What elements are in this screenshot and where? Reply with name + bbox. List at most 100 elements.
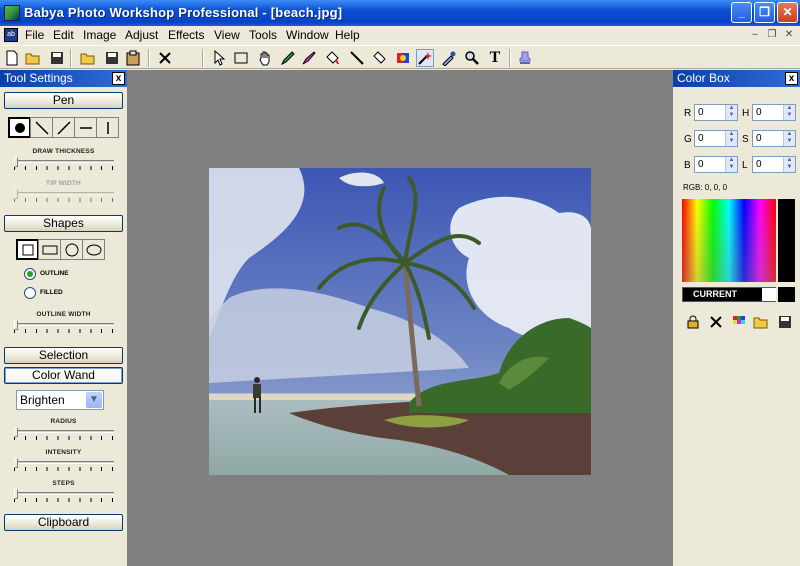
b-field[interactable]: 0 ▲ ▼: [694, 156, 738, 173]
square-shape-icon[interactable]: [16, 239, 39, 260]
r-value: 0: [698, 107, 704, 118]
effect-dropdown-value: Brighten: [20, 393, 65, 407]
draw-thickness-slider[interactable]: [14, 157, 114, 170]
title-bar[interactable]: Babya Photo Workshop Professional - [bea…: [0, 0, 800, 26]
open-folder-icon[interactable]: [24, 49, 42, 67]
selection-section-button[interactable]: Selection: [4, 347, 123, 364]
app-icon[interactable]: [4, 5, 20, 21]
color-box-title: Color Box: [673, 70, 800, 87]
doc-minimize-button[interactable]: –: [748, 29, 762, 42]
pen-slash-icon[interactable]: [52, 117, 75, 138]
palette-icon[interactable]: [731, 314, 747, 330]
document-icon[interactable]: ab: [4, 28, 18, 42]
current-color-swatch[interactable]: [778, 287, 795, 302]
eyedropper-icon[interactable]: [440, 49, 458, 67]
intensity-label: INTENSITY: [45, 449, 82, 456]
filled-radio-label: FILLED: [40, 289, 63, 296]
tip-width-label: TIP WIDTH: [46, 180, 81, 187]
tool-settings-close-button[interactable]: x: [112, 72, 125, 85]
canvas-area[interactable]: [127, 70, 673, 566]
cut-icon[interactable]: [156, 49, 174, 67]
clipboard-section-button[interactable]: Clipboard: [4, 514, 123, 531]
steps-slider[interactable]: [14, 489, 114, 502]
pen-icon[interactable]: [279, 49, 297, 67]
eraser-icon[interactable]: [371, 49, 389, 67]
menu-help[interactable]: Help: [335, 28, 360, 42]
minimize-button[interactable]: _: [731, 2, 752, 23]
color-spectrum[interactable]: [682, 199, 776, 282]
ellipse-shape-icon[interactable]: [82, 239, 105, 260]
b-label: B: [684, 160, 691, 171]
l-label: L: [742, 160, 748, 171]
color-wand-section-button[interactable]: Color Wand: [4, 367, 123, 384]
close-button[interactable]: ✕: [777, 2, 798, 23]
menu-effects[interactable]: Effects: [168, 28, 204, 42]
luminance-bar[interactable]: [778, 199, 795, 282]
color-wand-icon[interactable]: [416, 49, 434, 67]
menu-view[interactable]: View: [214, 28, 240, 42]
rectangle-shape-icon[interactable]: [38, 239, 61, 260]
menu-file[interactable]: File: [25, 28, 44, 42]
hand-icon[interactable]: [256, 49, 274, 67]
pen-section-button[interactable]: Pen: [4, 92, 123, 109]
l-field[interactable]: 0 ▲ ▼: [752, 156, 796, 173]
r-label: R: [684, 108, 692, 119]
doc-restore-button[interactable]: ❐: [765, 29, 779, 42]
g-label: G: [684, 134, 692, 145]
menu-window[interactable]: Window: [286, 28, 329, 42]
color-box-close-button[interactable]: x: [785, 72, 798, 85]
line-icon[interactable]: [348, 49, 366, 67]
rect-select-icon[interactable]: [232, 49, 250, 67]
new-file-icon[interactable]: [3, 49, 21, 67]
open-icon[interactable]: [79, 49, 97, 67]
outline-width-slider[interactable]: [14, 320, 114, 333]
lock-icon[interactable]: [685, 314, 701, 330]
stamp-icon[interactable]: [516, 49, 534, 67]
toolbar: T: [0, 45, 800, 69]
paste-icon[interactable]: [124, 49, 142, 67]
text-icon[interactable]: T: [486, 49, 504, 67]
h-value: 0: [756, 107, 762, 118]
tip-width-slider[interactable]: [14, 189, 114, 202]
effect-dropdown[interactable]: Brighten ▼: [16, 390, 104, 410]
outline-radio[interactable]: [24, 268, 36, 280]
chevron-down-icon[interactable]: ▼: [86, 392, 102, 408]
b-value: 0: [698, 159, 704, 170]
current-color-preview: [762, 288, 776, 301]
r-field[interactable]: 0 ▲ ▼: [694, 104, 738, 121]
save-as-icon[interactable]: [103, 49, 121, 67]
circle-shape-icon[interactable]: [60, 239, 83, 260]
draw-thickness-label: DRAW THICKNESS: [32, 148, 95, 155]
menu-edit[interactable]: Edit: [53, 28, 74, 42]
g-field[interactable]: 0 ▲ ▼: [694, 130, 738, 147]
pen-horizontal-icon[interactable]: [74, 117, 97, 138]
pen-backslash-icon[interactable]: [30, 117, 53, 138]
pointer-icon[interactable]: [210, 49, 228, 67]
menu-adjust[interactable]: Adjust: [125, 28, 158, 42]
color-replace-icon[interactable]: [394, 49, 412, 67]
save-icon[interactable]: [48, 49, 66, 67]
open-palette-icon[interactable]: [753, 314, 769, 330]
doc-close-button[interactable]: ✕: [782, 29, 796, 42]
s-field[interactable]: 0 ▲ ▼: [752, 130, 796, 147]
g-value: 0: [698, 133, 704, 144]
filled-radio[interactable]: [24, 287, 36, 299]
save-palette-icon[interactable]: [777, 314, 793, 330]
outline-width-label: OUTLINE WIDTH: [36, 311, 91, 318]
fill-icon[interactable]: [323, 49, 341, 67]
restore-button[interactable]: ❐: [754, 2, 775, 23]
cut-icon[interactable]: [708, 314, 724, 330]
s-label: S: [742, 134, 749, 145]
shapes-section-button[interactable]: Shapes: [4, 215, 123, 232]
menu-tools[interactable]: Tools: [249, 28, 277, 42]
zoom-icon[interactable]: [463, 49, 481, 67]
pen-dot-icon[interactable]: [8, 117, 31, 138]
h-field[interactable]: 0 ▲ ▼: [752, 104, 796, 121]
brush-icon[interactable]: [300, 49, 318, 67]
intensity-slider[interactable]: [14, 458, 114, 471]
radius-slider[interactable]: [14, 427, 114, 440]
menu-image[interactable]: Image: [83, 28, 116, 42]
beach-photo[interactable]: [209, 168, 591, 475]
pen-vertical-icon[interactable]: [96, 117, 119, 138]
outline-radio-label: OUTLINE: [40, 270, 69, 277]
